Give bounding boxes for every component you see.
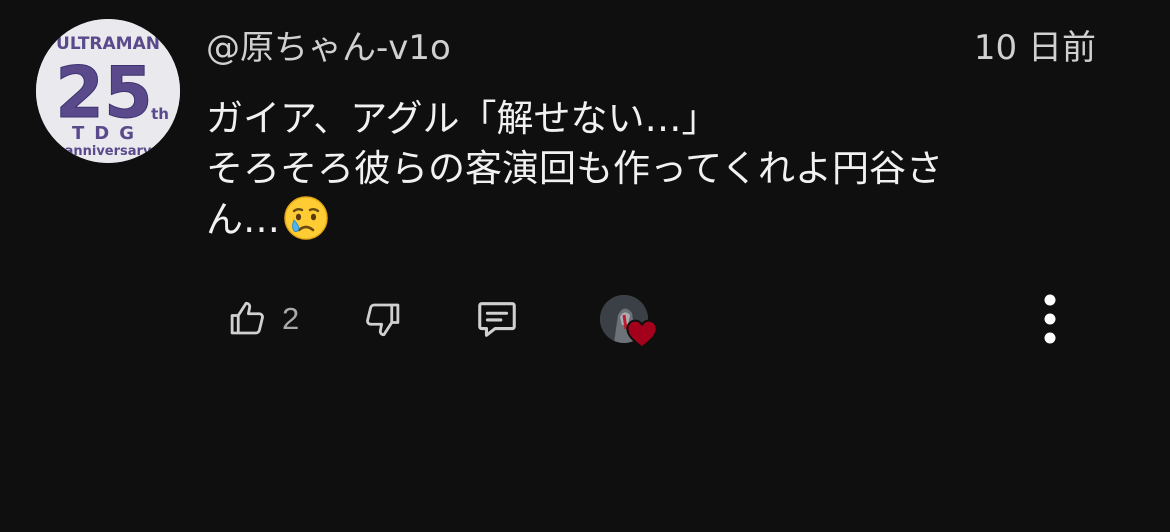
like-button[interactable]: 2	[226, 284, 299, 354]
reply-button[interactable]	[474, 284, 520, 354]
comment-timestamp: 10 日前	[973, 28, 1096, 68]
author-avatar[interactable]: ULTRAMAN 25 th TDG anniversary	[36, 19, 180, 163]
comment-line-text: ん…	[206, 198, 280, 241]
creator-heart-badge[interactable]	[598, 284, 660, 354]
comment-author[interactable]: @原ちゃん-v1o	[206, 24, 451, 72]
crying-face-emoji-icon	[282, 194, 330, 255]
creator-heart-icon	[626, 319, 658, 349]
dislike-button[interactable]	[362, 284, 404, 354]
reply-comment-icon	[478, 302, 516, 337]
svg-text:ULTRAMAN: ULTRAMAN	[56, 34, 160, 54]
ultraman-25th-logo: ULTRAMAN 25 th TDG anniversary	[36, 19, 180, 163]
more-options-button[interactable]	[1030, 284, 1070, 354]
thumbs-up-icon	[230, 301, 264, 335]
thumbs-down-icon	[366, 303, 400, 337]
comment-item: ULTRAMAN 25 th TDG anniversary @原ちゃん-v1o…	[0, 0, 1170, 532]
comment-body: ガイア、アグル「解せない…」 そろそろ彼らの客演回も作ってくれよ円谷さ ん…	[206, 94, 1056, 255]
comment-line: そろそろ彼らの客演回も作ってくれよ円谷さ	[206, 147, 944, 190]
like-count: 2	[282, 301, 300, 336]
svg-text:25: 25	[55, 52, 152, 134]
svg-text:th: th	[151, 105, 169, 123]
more-vertical-icon	[1044, 294, 1056, 344]
svg-text:TDG: TDG	[72, 123, 144, 144]
comment-line: ん…	[206, 194, 1056, 255]
comment-actions: 2	[0, 284, 1170, 354]
comment-line: ガイア、アグル「解せない…」	[206, 97, 719, 140]
svg-text:anniversary: anniversary	[65, 144, 152, 159]
